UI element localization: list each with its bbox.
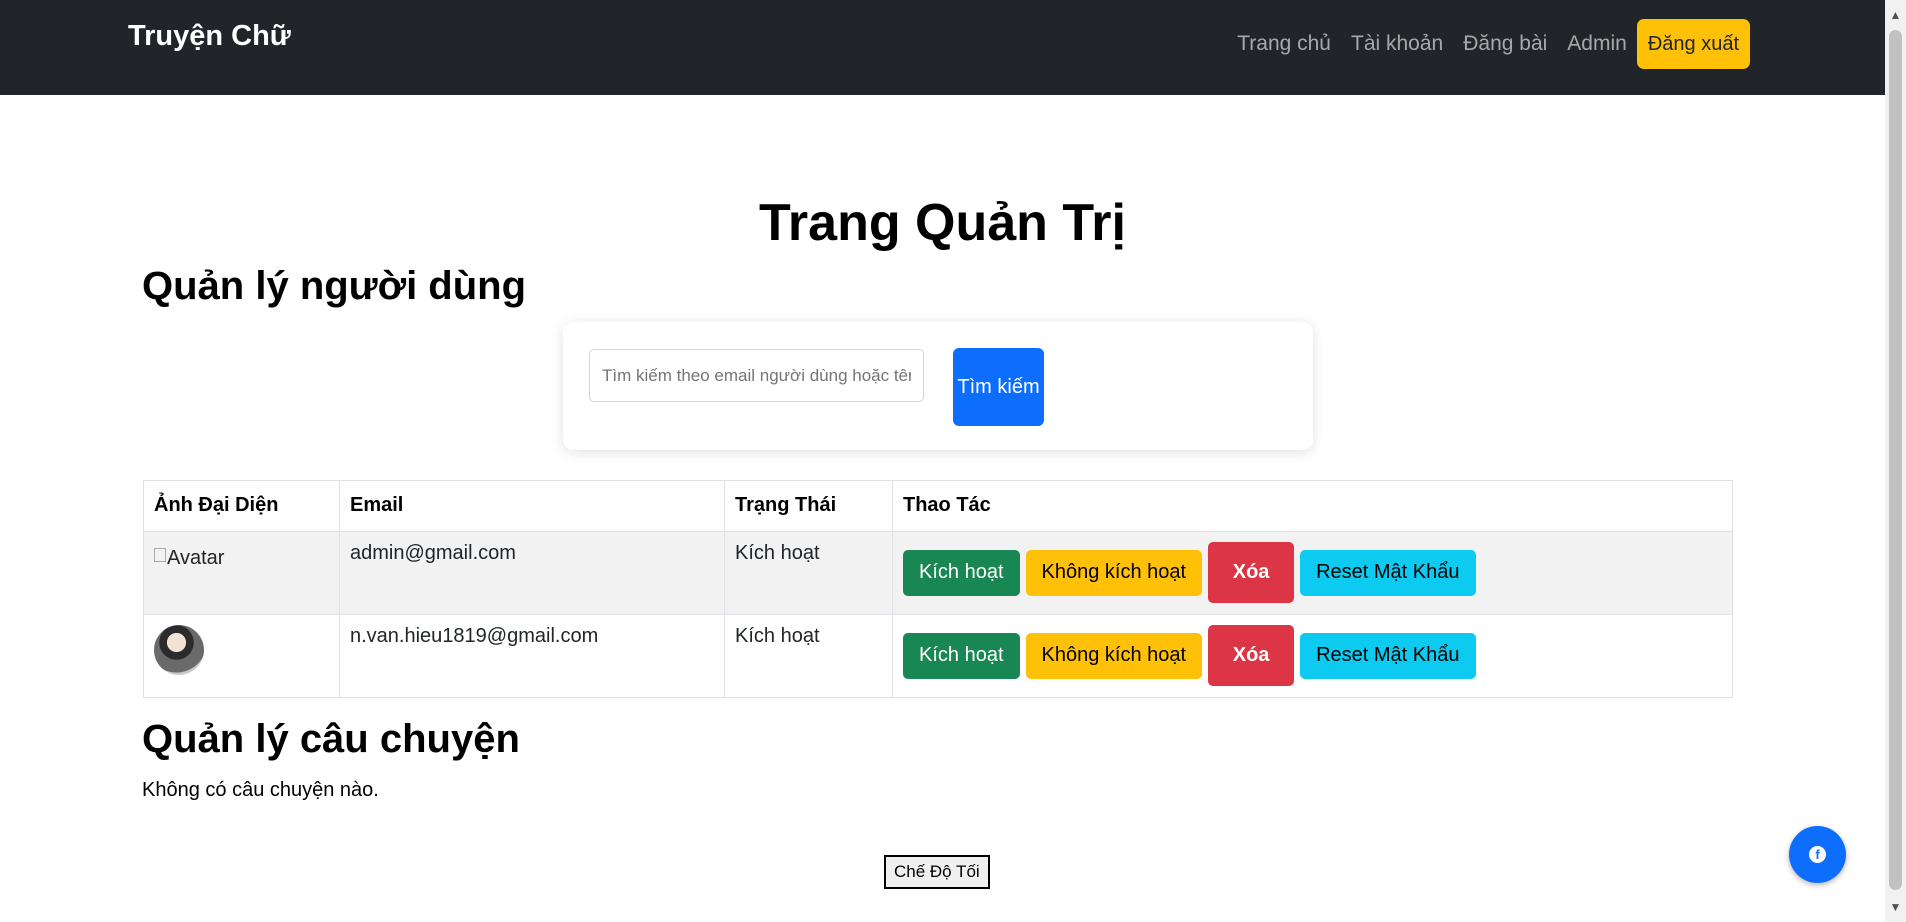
no-stories-text: Không có câu chuyện nào.: [142, 779, 379, 801]
page-title: Trang Quản Trị: [759, 194, 1126, 252]
deactivate-button[interactable]: Không kích hoạt: [1025, 549, 1203, 596]
nav-link-home[interactable]: Trang chủ: [1227, 32, 1341, 56]
avatar-cell: [143, 614, 340, 698]
logout-button[interactable]: Đăng xuất: [1636, 19, 1750, 69]
header-email: Email: [339, 480, 725, 532]
table-header-row: Ảnh Đại Diện Email Trạng Thái Thao Tác: [143, 480, 1733, 532]
search-input[interactable]: [589, 349, 924, 402]
brand-logo[interactable]: Truyện Chữ: [128, 20, 291, 53]
activate-button[interactable]: Kích hoạt: [903, 632, 1020, 679]
users-section-title: Quản lý người dùng: [142, 264, 527, 308]
delete-button[interactable]: Xóa: [1208, 542, 1295, 603]
stories-section-title: Quản lý câu chuyện: [142, 717, 520, 761]
actions-cell: Kích hoạt Không kích hoạt Xóa Reset Mật …: [892, 614, 1733, 698]
scroll-up-arrow-icon[interactable]: ▲: [1885, 8, 1906, 22]
email-cell: n.van.hieu1819@gmail.com: [339, 614, 725, 698]
top-navbar: Truyện Chữ Trang chủ Tài khoản Đăng bài …: [0, 0, 1885, 95]
nav-links: Trang chủ Tài khoản Đăng bài Admin Đăng …: [1227, 19, 1750, 69]
search-card: Tìm kiếm: [563, 322, 1313, 450]
status-cell: Kích hoạt: [724, 614, 893, 698]
table-row: Avatar admin@gmail.com Kích hoạt Kích ho…: [143, 531, 1733, 615]
avatar: Avatar: [154, 547, 329, 570]
status-cell: Kích hoạt: [724, 531, 893, 615]
reset-password-button[interactable]: Reset Mật Khẩu: [1300, 549, 1476, 596]
reset-password-button[interactable]: Reset Mật Khẩu: [1300, 632, 1476, 679]
broken-image-icon: [154, 547, 166, 562]
delete-button[interactable]: Xóa: [1208, 625, 1295, 686]
users-table: Ảnh Đại Diện Email Trạng Thái Thao Tác A…: [143, 480, 1733, 698]
nav-link-post[interactable]: Đăng bài: [1453, 32, 1557, 56]
search-button[interactable]: Tìm kiếm: [953, 348, 1044, 426]
deactivate-button[interactable]: Không kích hoạt: [1025, 632, 1203, 679]
avatar: [154, 625, 204, 675]
floating-chat-button[interactable]: f: [1789, 826, 1846, 883]
nav-link-account[interactable]: Tài khoản: [1341, 32, 1453, 56]
avatar-cell: Avatar: [143, 531, 340, 615]
header-actions: Thao Tác: [892, 480, 1733, 532]
page-scrollbar[interactable]: ▲ ▼: [1885, 0, 1906, 922]
activate-button[interactable]: Kích hoạt: [903, 549, 1020, 596]
header-avatar: Ảnh Đại Diện: [143, 480, 340, 532]
table-row: n.van.hieu1819@gmail.com Kích hoạt Kích …: [143, 614, 1733, 698]
header-status: Trạng Thái: [724, 480, 893, 532]
email-cell: admin@gmail.com: [339, 531, 725, 615]
dark-mode-button[interactable]: Chế Độ Tối: [884, 855, 990, 889]
actions-cell: Kích hoạt Không kích hoạt Xóa Reset Mật …: [892, 531, 1733, 615]
scroll-down-arrow-icon[interactable]: ▼: [1885, 900, 1906, 914]
scroll-thumb[interactable]: [1889, 30, 1902, 890]
chat-icon: f: [1809, 846, 1826, 863]
nav-link-admin[interactable]: Admin: [1557, 32, 1637, 56]
avatar-alt-text: Avatar: [167, 547, 225, 569]
